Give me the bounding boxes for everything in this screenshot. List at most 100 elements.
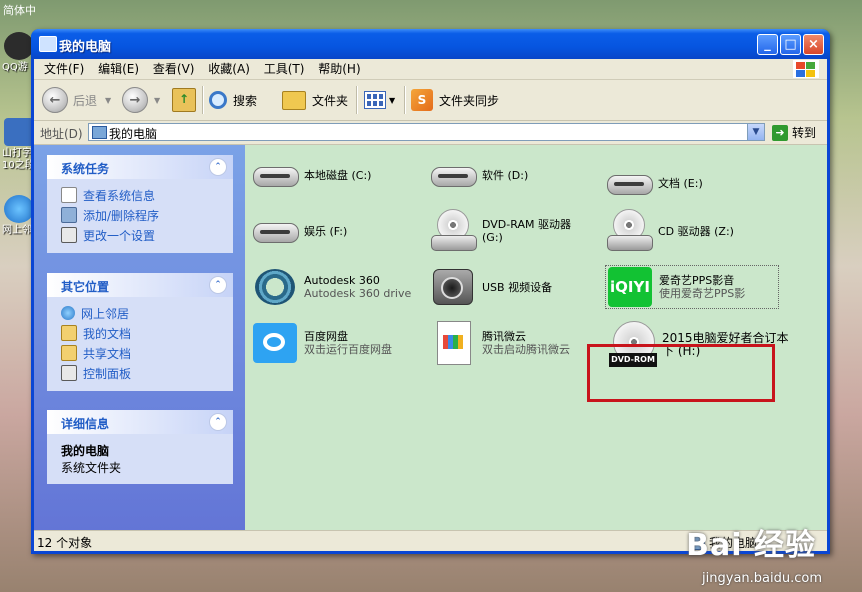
item-label: 文档 (E:)	[658, 176, 703, 190]
item-label: 爱奇艺PPS影音 使用爱奇艺PPS影	[659, 274, 745, 300]
item-name: Autodesk 360	[304, 274, 380, 287]
menu-tools[interactable]: 工具(T)	[264, 59, 305, 79]
item-label: 本地磁盘 (C:)	[304, 168, 372, 182]
usb-video-device-item[interactable]: USB 视频设备	[429, 265, 594, 309]
drive-item-g[interactable]: DVD-RAM 驱动器 (G:)	[429, 209, 594, 253]
other-places-header[interactable]: 其它位置 ⌃	[47, 273, 233, 297]
folders-button[interactable]: 文件夹	[282, 86, 348, 114]
menu-help[interactable]: 帮助(H)	[318, 59, 360, 79]
item-label: CD 驱动器 (Z:)	[658, 224, 734, 238]
menu-file[interactable]: 文件(F)	[44, 59, 84, 79]
add-remove-programs-icon	[61, 207, 77, 223]
change-setting-link[interactable]: 更改一个设置	[61, 225, 233, 245]
chevron-down-icon: ▼	[154, 95, 161, 105]
windows-logo-icon	[793, 60, 819, 78]
go-label: 转到	[792, 126, 817, 140]
shared-documents-link[interactable]: 共享文档	[61, 343, 233, 363]
views-button[interactable]: ▼	[364, 86, 395, 114]
item-label: 娱乐 (F:)	[304, 224, 348, 238]
control-panel-icon	[61, 227, 77, 243]
drive-item-f[interactable]: 娱乐 (F:)	[251, 209, 416, 253]
details-panel: 详细信息 ⌃ 我的电脑 系统文件夹	[47, 410, 233, 484]
drive-item-d[interactable]: 软件 (D:)	[429, 153, 594, 197]
up-folder-button[interactable]: ↑	[172, 86, 196, 114]
maximize-button[interactable]: □	[780, 34, 801, 55]
folder-sync-button[interactable]: S 文件夹同步	[411, 86, 499, 114]
address-label: 地址(D)	[40, 127, 83, 141]
object-count: 12 个对象	[37, 536, 93, 550]
drive-item-z[interactable]: CD 驱动器 (Z:)	[605, 209, 770, 253]
item-name: 百度网盘	[304, 330, 348, 343]
panel-title: 其它位置	[61, 280, 110, 294]
documents-folder-icon	[61, 325, 77, 341]
computer-icon	[39, 36, 57, 52]
item-label: DVD-RAM 驱动器 (G:)	[482, 218, 571, 244]
item-subtitle: 使用爱奇艺PPS影	[659, 287, 746, 300]
iqiyi-pps-item[interactable]: iQIYI 爱奇艺PPS影音 使用爱奇艺PPS影	[605, 265, 779, 309]
collapse-chevron-icon[interactable]: ⌃	[209, 413, 227, 431]
address-bar: 地址(D) 我的电脑 ▼ ➜ 转到	[34, 121, 827, 145]
minimize-button[interactable]: _	[757, 34, 778, 55]
my-documents-link[interactable]: 我的文档	[61, 323, 233, 343]
autodesk-360-item[interactable]: Autodesk 360 Autodesk 360 drive	[251, 265, 416, 309]
cd-drive-icon	[605, 209, 653, 253]
item-label: USB 视频设备	[482, 280, 553, 294]
baidu-netdisk-item[interactable]: 百度网盘 双击运行百度网盘	[251, 321, 416, 365]
control-panel-link[interactable]: 控制面板	[61, 363, 233, 383]
folders-label: 文件夹	[312, 93, 349, 108]
up-arrow-folder-icon: ↑	[172, 88, 196, 112]
desktop-language-bar: 简体中	[3, 4, 36, 17]
details-description: 系统文件夹	[61, 461, 122, 475]
dvd-drive-icon	[429, 209, 477, 253]
drive-item-c[interactable]: 本地磁盘 (C:)	[251, 153, 416, 197]
system-tasks-panel: 系统任务 ⌃ 查看系统信息 添加/删除程序 更改一个设置	[47, 155, 233, 253]
search-icon	[209, 91, 227, 109]
iqiyi-icon: iQIYI	[606, 265, 654, 309]
drive-item-e[interactable]: 文档 (E:)	[605, 161, 770, 205]
chevron-down-icon: ▼	[105, 95, 112, 105]
qq-icon	[4, 32, 34, 60]
view-system-info-link[interactable]: 查看系统信息	[61, 185, 233, 205]
network-places-link[interactable]: 网上邻居	[61, 303, 233, 323]
shared-folder-icon	[61, 345, 77, 361]
menu-favorites[interactable]: 收藏(A)	[208, 59, 250, 79]
back-label: 后退	[73, 93, 98, 108]
title-bar[interactable]: 我的电脑 _ □ ×	[31, 29, 830, 59]
tencent-weiyun-item[interactable]: 腾讯微云 双击启动腾讯微云	[429, 321, 594, 365]
collapse-chevron-icon[interactable]: ⌃	[209, 276, 227, 294]
add-remove-programs-link[interactable]: 添加/删除程序	[61, 205, 233, 225]
collapse-chevron-icon[interactable]: ⌃	[209, 158, 227, 176]
item-label: Autodesk 360 Autodesk 360 drive	[304, 274, 411, 300]
item-name: 爱奇艺PPS影音	[659, 274, 735, 287]
forward-arrow-icon: →	[122, 87, 148, 113]
desktop-icon-label: 山打字 10之段	[2, 148, 35, 171]
address-dropdown-chevron-icon[interactable]: ▼	[747, 124, 764, 140]
link-label: 我的文档	[83, 326, 132, 341]
window-body: 文件(F) 编辑(E) 查看(V) 收藏(A) 工具(T) 帮助(H) ← 后退…	[34, 59, 827, 551]
system-tasks-header[interactable]: 系统任务 ⌃	[47, 155, 233, 179]
panel-title: 系统任务	[61, 162, 110, 176]
item-label: 腾讯微云 双击启动腾讯微云	[482, 330, 570, 356]
hard-disk-icon	[251, 153, 299, 197]
back-button[interactable]: ← 后退 ▼	[42, 86, 111, 114]
sync-icon: S	[411, 89, 433, 111]
desktop-icon-label: 网上邻	[2, 225, 32, 236]
go-button[interactable]: ➜ 转到	[772, 124, 816, 141]
close-button[interactable]: ×	[803, 34, 824, 55]
menu-view[interactable]: 查看(V)	[153, 59, 195, 79]
views-grid-icon	[364, 91, 386, 109]
link-label: 添加/删除程序	[83, 208, 160, 223]
hard-disk-icon	[251, 209, 299, 253]
address-input[interactable]: 我的电脑 ▼	[88, 123, 765, 141]
link-label: 共享文档	[83, 346, 132, 361]
link-label: 更改一个设置	[83, 228, 156, 243]
search-button[interactable]: 搜索	[209, 86, 257, 114]
details-header[interactable]: 详细信息 ⌃	[47, 410, 233, 434]
typing-app-icon	[4, 118, 34, 146]
details-name: 我的电脑	[61, 444, 110, 458]
back-arrow-icon: ←	[42, 87, 68, 113]
menu-edit[interactable]: 编辑(E)	[98, 59, 139, 79]
forward-button[interactable]: → ▼	[122, 86, 160, 114]
network-globe-icon	[4, 195, 34, 223]
search-label: 搜索	[233, 93, 258, 108]
